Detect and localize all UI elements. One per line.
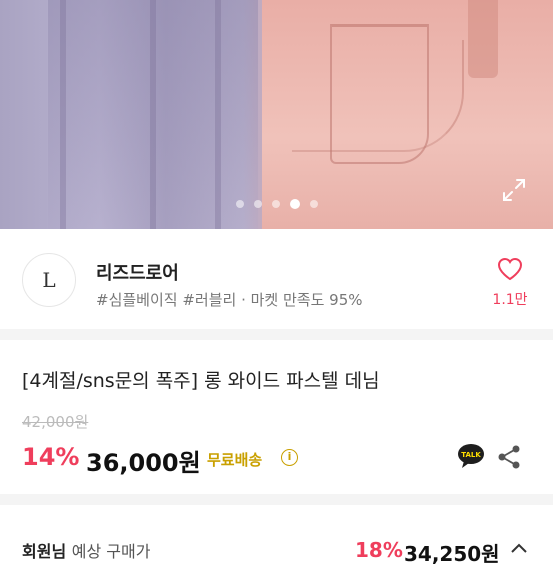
share-icon[interactable]: [497, 444, 521, 470]
like-count: 1.1만: [492, 292, 528, 308]
kakao-talk-icon[interactable]: TALK: [457, 443, 485, 469]
sale-price: 36,000원: [86, 449, 201, 477]
seller-section[interactable]: L 리즈드로어 #심플베이직 #러블리 · 마켓 만족도 95% 1.1만: [0, 229, 553, 329]
heart-icon[interactable]: [497, 257, 523, 281]
expand-icon[interactable]: [501, 177, 527, 203]
seller-tags: #심플베이직 #러블리 · 마켓 만족도 95%: [96, 291, 363, 309]
pocket: [330, 24, 429, 164]
member-price-row[interactable]: 회원님 예상 구매가 18% 34,250원: [0, 520, 553, 566]
info-icon[interactable]: i: [281, 449, 298, 466]
seller-avatar[interactable]: L: [22, 253, 76, 307]
member-discount-rate: 18%: [355, 538, 403, 562]
free-shipping-label: 무료배송: [207, 451, 263, 469]
gallery-pagination: [0, 193, 553, 212]
member-label: 회원님: [22, 542, 67, 561]
gallery-dot[interactable]: [271, 200, 280, 208]
belt-loop: [468, 0, 498, 78]
section-divider: [0, 329, 553, 340]
gallery-dot[interactable]: [253, 200, 262, 208]
talk-label: TALK: [461, 451, 481, 459]
seller-name[interactable]: 리즈드로어: [96, 259, 179, 285]
product-image-gallery[interactable]: [0, 0, 553, 229]
original-price: 42,000원: [22, 413, 89, 431]
product-title: [4계절/sns문의 폭주] 롱 와이드 파스텔 데님: [22, 370, 380, 392]
member-price-label: 회원님 예상 구매가: [22, 538, 150, 562]
gallery-dot[interactable]: [309, 200, 318, 208]
gallery-dot-active[interactable]: [289, 199, 300, 209]
discount-rate: 14%: [22, 443, 80, 471]
gallery-dot[interactable]: [235, 200, 244, 208]
section-divider: [0, 494, 553, 505]
member-sub-label: 예상 구매가: [71, 542, 151, 561]
chevron-up-icon[interactable]: [510, 542, 528, 554]
